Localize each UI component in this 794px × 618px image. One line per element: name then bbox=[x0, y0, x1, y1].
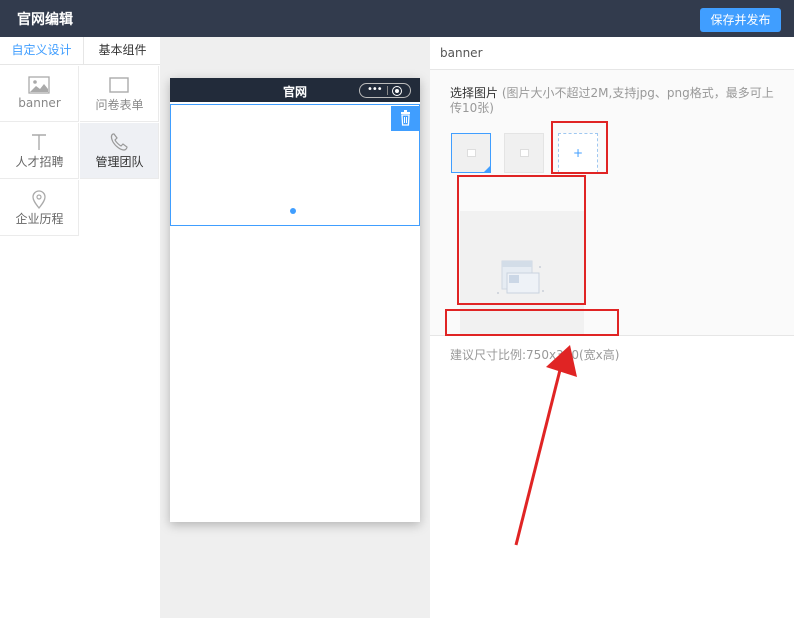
carousel-indicator bbox=[290, 208, 296, 214]
component-label: 企业历程 bbox=[15, 212, 64, 226]
selected-check-icon bbox=[483, 165, 491, 173]
choose-label-text: 选择图片 bbox=[450, 86, 499, 100]
component-tabs: 自定义设计 基本组件 bbox=[0, 37, 160, 65]
close-target-icon bbox=[392, 86, 402, 96]
page-title: 官网编辑 bbox=[17, 12, 73, 28]
component-label: 管理团队 bbox=[95, 155, 144, 169]
phone-icon bbox=[110, 133, 128, 151]
annotation-box-preview bbox=[457, 175, 586, 305]
form-icon bbox=[109, 77, 129, 93]
top-bar: 官网编辑 保存并发布 bbox=[0, 0, 794, 37]
component-panel: 自定义设计 基本组件 banner 问卷表单 人才招聘 管理团队 企业历程 bbox=[0, 37, 160, 618]
settings-title: banner bbox=[440, 46, 483, 60]
location-pin-icon bbox=[32, 190, 46, 210]
mini-program-capsule[interactable]: ••• bbox=[359, 83, 411, 98]
choose-image-label: 选择图片 (图片大小不超过2M,支持jpg、png格式，最多可上传10张) bbox=[450, 86, 780, 116]
component-label: 问卷表单 bbox=[95, 98, 144, 112]
more-icon: ••• bbox=[367, 84, 383, 95]
banner-block[interactable] bbox=[170, 104, 420, 226]
image-thumb-selected[interactable] bbox=[451, 133, 491, 173]
settings-header: banner bbox=[430, 37, 794, 70]
image-placeholder-icon bbox=[520, 149, 529, 157]
component-team[interactable]: 管理团队 bbox=[80, 123, 159, 179]
capsule-divider bbox=[387, 86, 388, 95]
image-thumb[interactable] bbox=[504, 133, 544, 173]
choose-note: (图片大小不超过2M,支持jpg、png格式，最多可上传10张) bbox=[450, 86, 774, 115]
tab-custom-design[interactable]: 自定义设计 bbox=[0, 37, 84, 65]
text-icon bbox=[32, 134, 46, 150]
annotation-arrow-icon bbox=[514, 345, 577, 546]
delete-button[interactable] bbox=[391, 106, 420, 131]
tab-basic-components[interactable]: 基本组件 bbox=[85, 37, 160, 65]
image-icon bbox=[28, 76, 50, 94]
component-banner[interactable]: banner bbox=[0, 66, 79, 122]
annotation-box-hint bbox=[445, 309, 619, 336]
component-form[interactable]: 问卷表单 bbox=[80, 66, 159, 122]
component-label: banner bbox=[18, 96, 61, 110]
trash-icon bbox=[401, 110, 410, 126]
component-recruitment[interactable]: 人才招聘 bbox=[0, 123, 79, 179]
image-placeholder-icon bbox=[467, 149, 476, 157]
phone-preview: 官网 ••• bbox=[170, 78, 420, 522]
component-label: 人才招聘 bbox=[15, 155, 64, 169]
save-publish-button[interactable]: 保存并发布 bbox=[700, 8, 781, 32]
component-history[interactable]: 企业历程 bbox=[0, 180, 79, 236]
phone-nav-bar: 官网 ••• bbox=[170, 78, 420, 102]
annotation-box-add bbox=[551, 121, 608, 174]
